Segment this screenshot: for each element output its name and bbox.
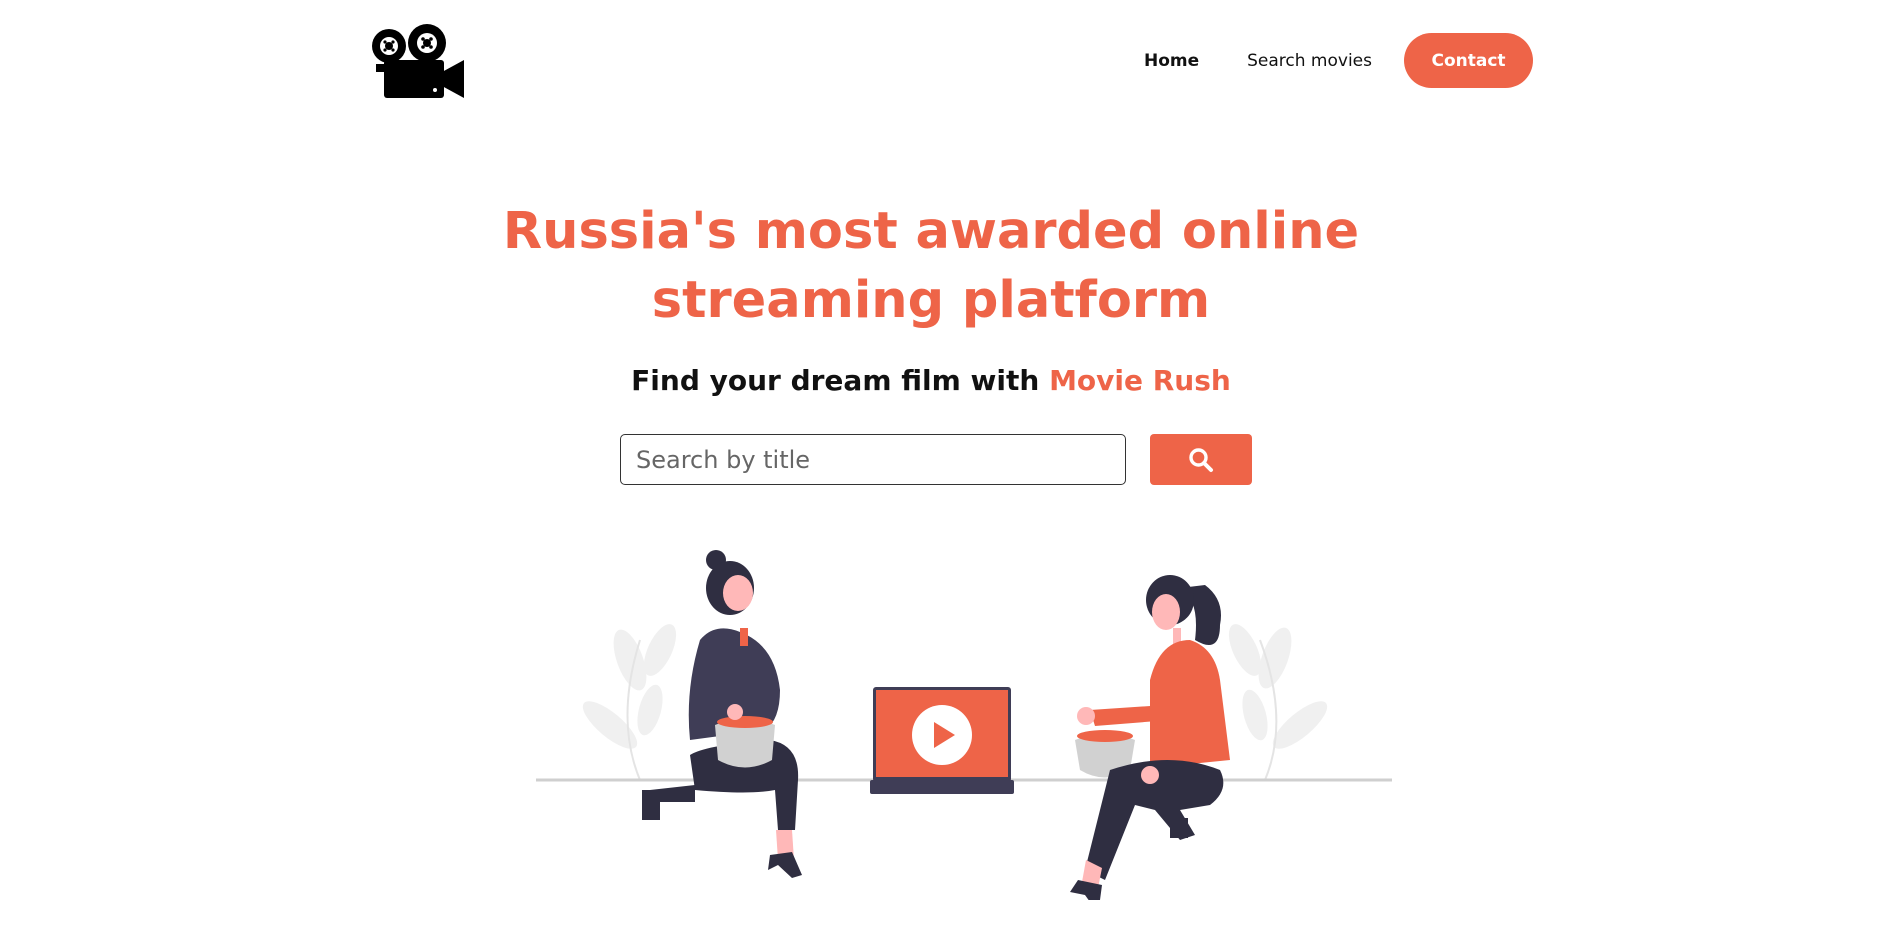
main-nav: Home Search movies Contact — [1144, 33, 1533, 88]
right-plant — [1228, 624, 1328, 781]
right-person — [1070, 575, 1230, 900]
people-watching-laptop-illustration — [536, 550, 1392, 900]
nav-search-movies-link[interactable]: Search movies — [1247, 51, 1372, 71]
hero-title-line-1: Russia's most awarded online — [502, 202, 1360, 261]
movie-camera-icon — [372, 24, 464, 98]
search-icon — [1189, 447, 1213, 472]
hero-title-line-2: streaming platform — [651, 271, 1211, 330]
laptop — [870, 687, 1014, 794]
brand-name: Movie Rush — [1049, 364, 1231, 397]
left-person — [642, 550, 802, 878]
search-input[interactable] — [620, 434, 1126, 485]
left-plant — [582, 624, 677, 781]
search-button[interactable] — [1150, 434, 1252, 485]
hero-subtitle: Find your dream film with Movie Rush — [0, 364, 1862, 397]
subtitle-text: Find your dream film with — [631, 364, 1040, 397]
contact-button[interactable]: Contact — [1404, 33, 1533, 88]
nav-home-link[interactable]: Home — [1144, 51, 1199, 71]
hero-title: Russia's most awarded online streaming p… — [0, 197, 1862, 335]
logo-link[interactable] — [372, 24, 466, 100]
